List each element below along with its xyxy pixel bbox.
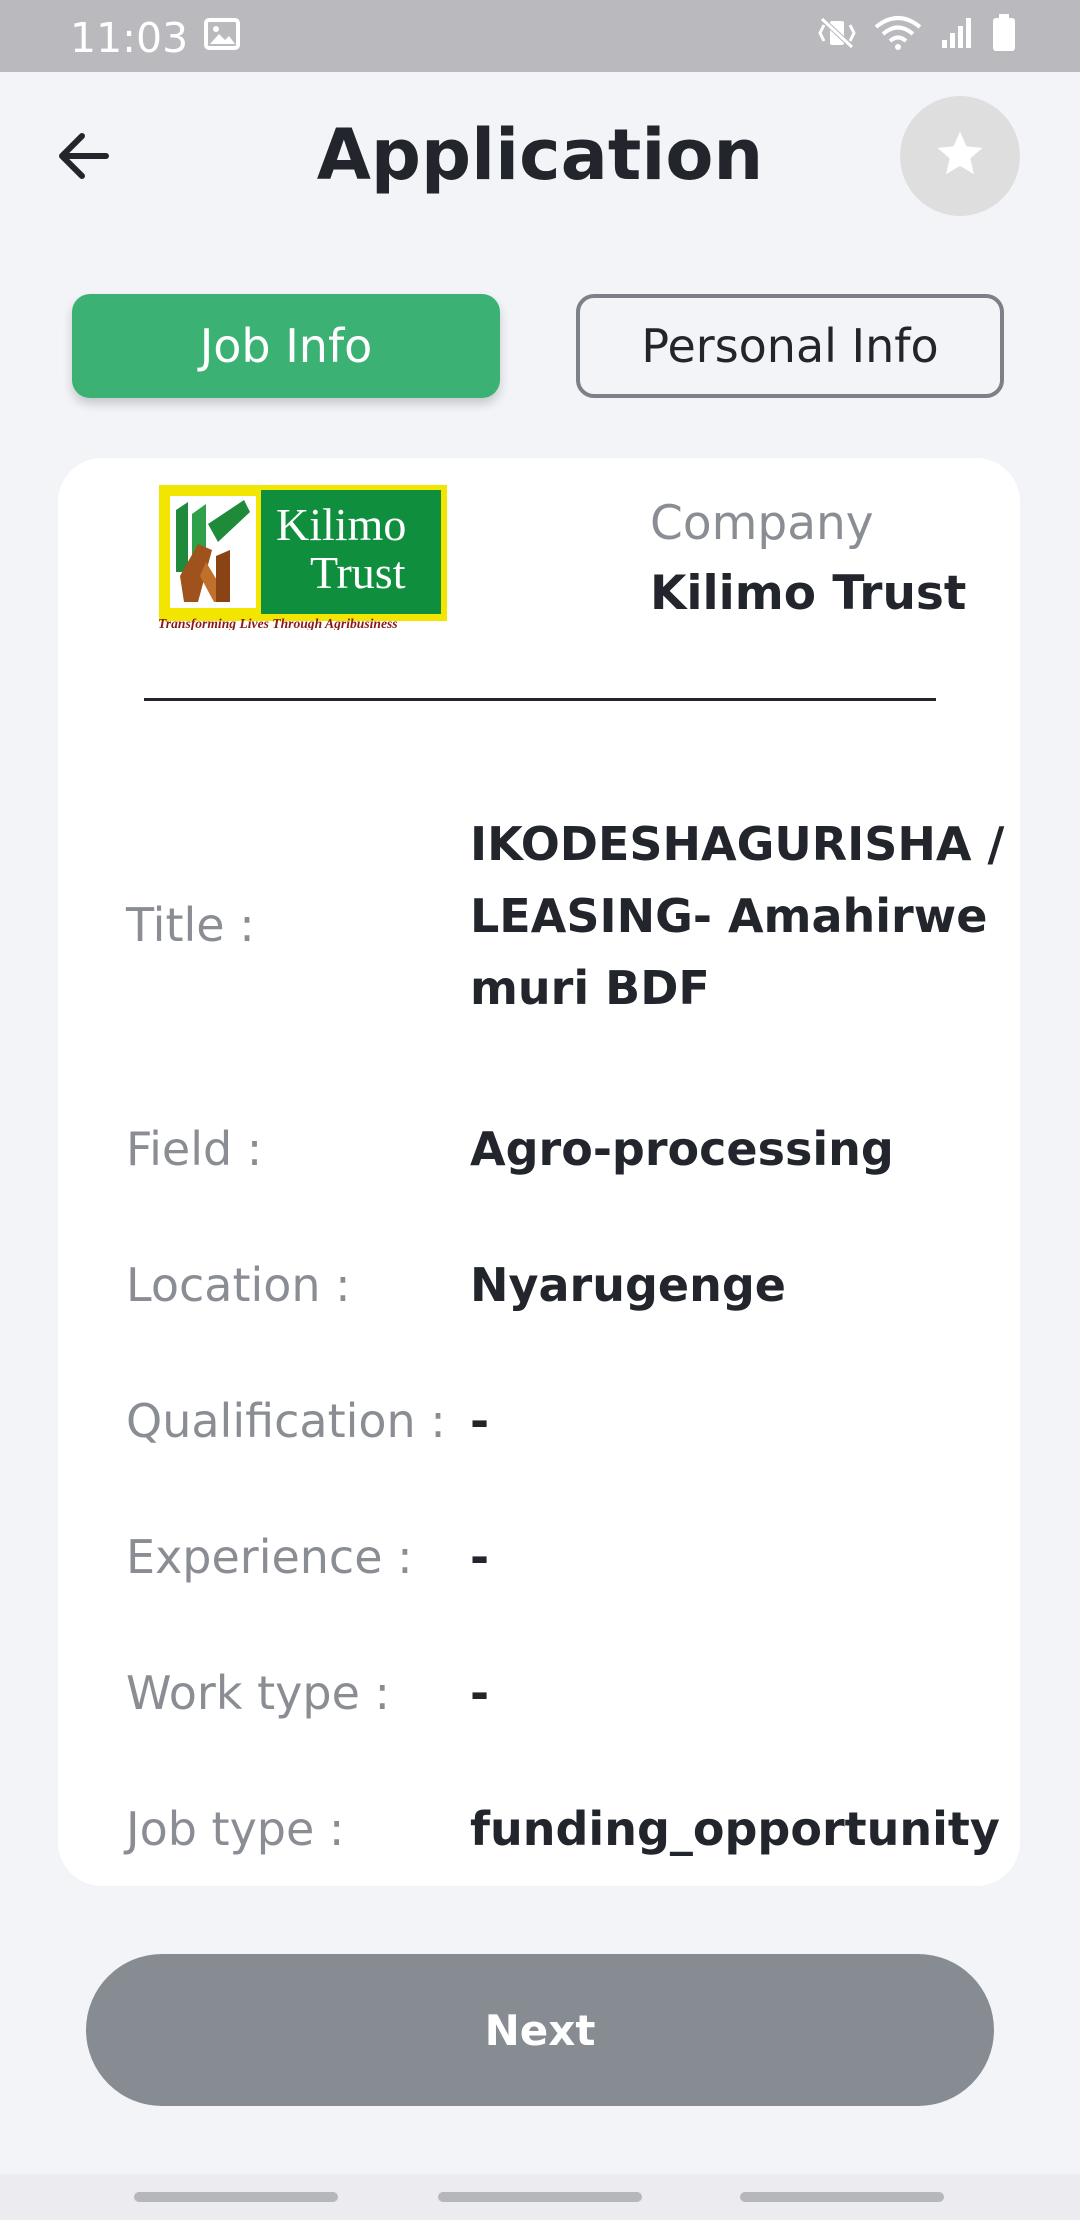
nav-home-handle[interactable] <box>438 2192 642 2202</box>
detail-label: Location : <box>126 1258 351 1312</box>
company-name: Kilimo Trust <box>650 566 967 621</box>
divider <box>144 698 936 701</box>
app-header: Application <box>0 72 1080 242</box>
detail-label: Job type : <box>126 1802 345 1856</box>
tab-job-info[interactable]: Job Info <box>72 294 500 398</box>
svg-text:Kilimo: Kilimo <box>276 499 406 550</box>
signal-icon <box>940 16 974 54</box>
svg-text:Trust: Trust <box>310 547 406 598</box>
battery-icon <box>992 14 1016 56</box>
detail-label: Qualification : <box>126 1394 446 1448</box>
star-icon <box>933 127 987 185</box>
system-nav-bar <box>0 2174 1080 2220</box>
nav-back-handle[interactable] <box>740 2192 944 2202</box>
status-time: 11:03 <box>70 14 189 62</box>
status-bar: 11:03 <box>0 0 1080 72</box>
detail-value: Agro-processing <box>470 1122 894 1176</box>
vibrate-mute-icon <box>818 15 856 55</box>
image-notification-icon <box>204 18 240 54</box>
nav-recents-handle[interactable] <box>134 2192 338 2202</box>
next-button[interactable]: Next <box>86 1954 994 2106</box>
detail-value: IKODESHAGURISHA / LEASING- Amahirwe muri… <box>470 817 1005 1015</box>
detail-label: Title : <box>126 898 255 952</box>
detail-label: Experience : <box>126 1530 413 1584</box>
detail-value: - <box>470 1394 490 1448</box>
detail-value: - <box>470 1666 490 1720</box>
detail-value: Nyarugenge <box>470 1258 786 1312</box>
detail-label: Field : <box>126 1122 263 1176</box>
company-label: Company <box>650 496 874 551</box>
company-logo: Kilimo Trust Transforming Lives Through … <box>158 484 448 631</box>
detail-value: funding_opportunity <box>470 1802 1000 1856</box>
info-tabs: Job Info Personal Info <box>0 294 1080 404</box>
detail-value: - <box>470 1530 490 1584</box>
favorite-button[interactable] <box>900 96 1020 216</box>
detail-label: Work type : <box>126 1666 390 1720</box>
tab-personal-info[interactable]: Personal Info <box>576 294 1004 398</box>
svg-text:Transforming Lives Through Agr: Transforming Lives Through Agribusiness <box>158 616 398 630</box>
job-info-card: Kilimo Trust Transforming Lives Through … <box>58 458 1020 1886</box>
wifi-icon <box>874 15 922 55</box>
